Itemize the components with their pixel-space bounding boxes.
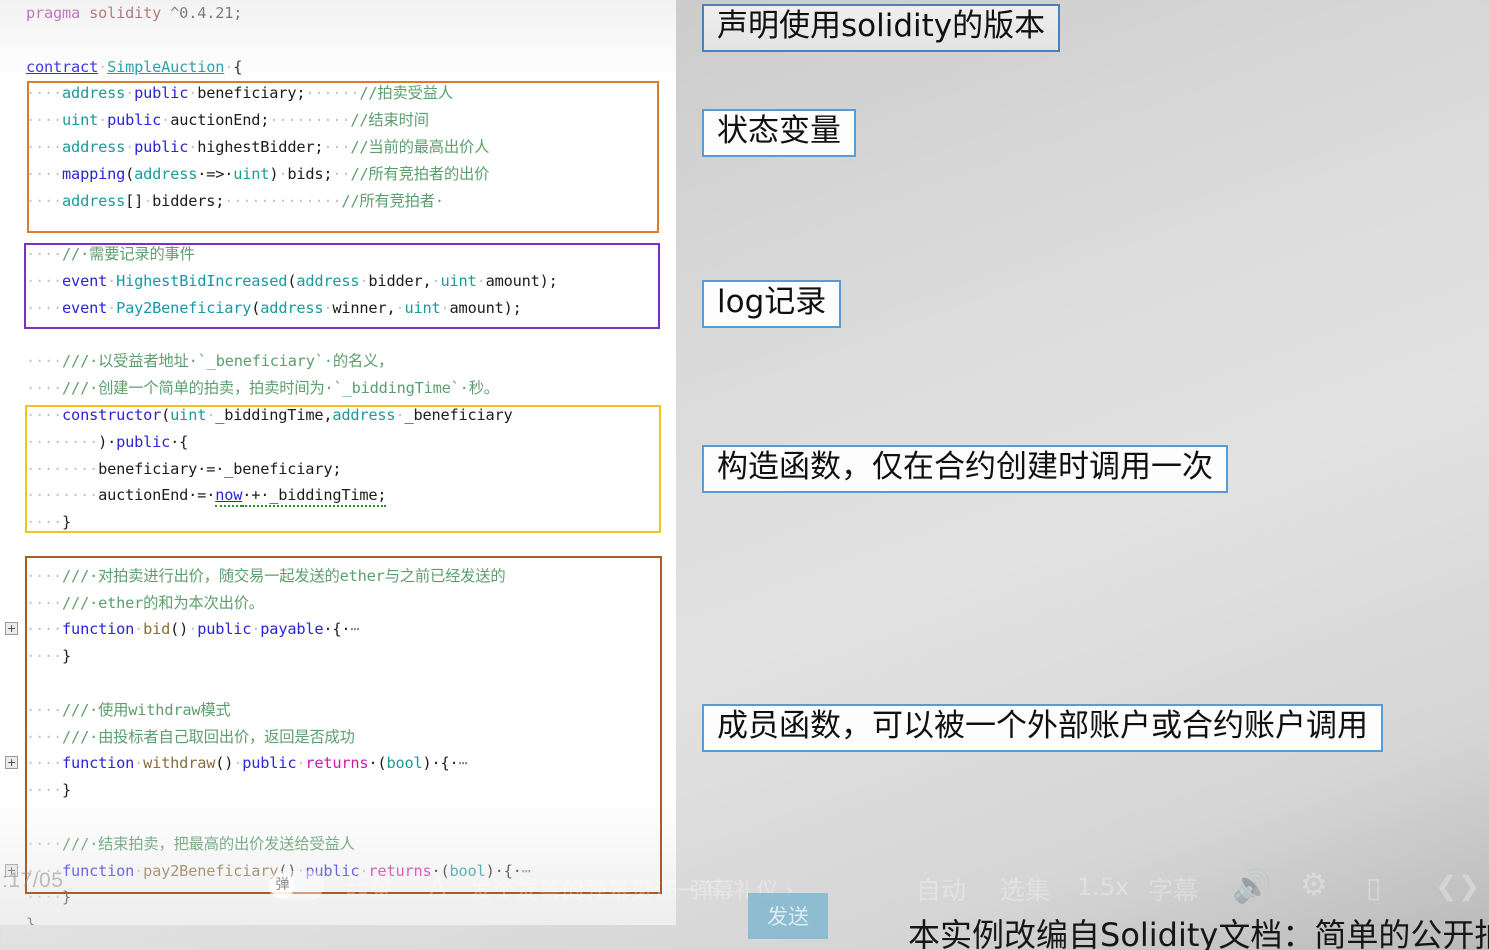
code-line-doc-biddingtime: ····///·创建一个简单的拍卖，拍卖时间为·`_biddingTime`·秒… bbox=[26, 379, 499, 398]
subtitle-button[interactable]: 字幕 bbox=[1148, 871, 1198, 907]
code-line-assign-auctionend: ········auctionEnd·=·now·+·_biddingTime; bbox=[0, 482, 676, 509]
code-line-cm-events: ····//·需要记录的事件 bbox=[26, 245, 195, 264]
code-line-constructor-public: ········)·public·{ bbox=[26, 432, 189, 451]
annotation-constructor: 构造函数，仅在合约创建时调用一次 bbox=[702, 445, 1228, 494]
volume-icon[interactable]: 🔊 bbox=[1232, 867, 1272, 905]
playback-speed-button[interactable]: 1.5x bbox=[1077, 873, 1129, 901]
code-line-constructor-close: ····} bbox=[26, 513, 72, 532]
code-line-var-beneficiary: ····address·public·beneficiary;······//拍… bbox=[26, 84, 453, 103]
code-line-fn-pay-close: ····} bbox=[26, 888, 72, 907]
code-line-doc-bid-2: ····///·ether的和为本次出价。 bbox=[26, 593, 264, 612]
code-line-fn-pay2beneficiary: + ····function·pay2Beneficiary()·public·r… bbox=[5, 861, 531, 880]
code-line-var-highestBidder: ····address·public·highestBidder;···//当前… bbox=[26, 137, 490, 156]
slide-caption: 本实例改编自Solidity文档：简单的公开拍卖 bbox=[908, 916, 1489, 950]
code-line-var-bids: ····mapping(address·=>·uint)·bids;··//所有… bbox=[26, 164, 490, 183]
widescreen-icon[interactable]: ▯ bbox=[1366, 871, 1381, 904]
code-line-event-pay2beneficiary: ····event·Pay2Beneficiary(address·winner… bbox=[26, 298, 522, 317]
fold-toggle-icon[interactable]: + bbox=[5, 756, 18, 770]
code-line-fn-bid: + ····function·bid()·public·payable·{·⋯ bbox=[5, 620, 360, 639]
code-line-doc-bid-1: ····///·对拍卖进行出价，随交易一起发送的ether与之前已经发送的 bbox=[26, 566, 506, 585]
code-line-constructor-sig: ····constructor(uint·_biddingTime,addres… bbox=[26, 405, 513, 424]
code-line-doc-beneficiary: ····///·以受益者地址·`_beneficiary`·的名义， bbox=[26, 352, 394, 371]
code-line-blank3 bbox=[0, 322, 676, 349]
code-line-contract-decl: contract·SimpleAuction·{ bbox=[26, 57, 243, 76]
fold-toggle-icon[interactable]: + bbox=[5, 622, 18, 636]
code-line-blank4 bbox=[0, 536, 676, 563]
code-line-fn-withdraw-close: ····} bbox=[26, 781, 72, 800]
code-line-var-auctionEnd: ····uint·public·auctionEnd;·········//结束… bbox=[26, 111, 429, 130]
send-danmaku-button[interactable]: 发送 bbox=[748, 893, 828, 939]
gear-icon[interactable]: ⚙ bbox=[1300, 867, 1328, 903]
code-line-contract-close: } bbox=[26, 915, 36, 925]
quality-auto-button[interactable]: 自动 bbox=[916, 871, 966, 907]
code-line-blank6 bbox=[0, 804, 676, 831]
annotation-pragma-version: 声明使用solidity的版本 bbox=[702, 4, 1061, 53]
annotation-member-function: 成员函数，可以被一个外部账户或合约账户调用 bbox=[702, 704, 1383, 753]
code-line-blank2 bbox=[0, 214, 676, 241]
code-line-pragma: pragma solidity ^0.4.21; bbox=[26, 4, 243, 22]
code-line-doc-pay2beneficiary: ····///·结束拍卖，把最高的出价发送给受益人 bbox=[26, 834, 355, 853]
code-line-assign-beneficiary: ········beneficiary·=·_beneficiary; bbox=[26, 459, 342, 478]
code-line-blank1 bbox=[0, 27, 676, 54]
annotation-log-records: log记录 bbox=[702, 280, 842, 329]
code-line-doc-withdraw-1: ····///·使用withdraw模式 bbox=[26, 700, 231, 719]
annotation-state-variables: 状态变量 bbox=[702, 109, 856, 158]
code-line-var-bidders: ····address[]·bidders;·············//所有竞… bbox=[26, 191, 444, 210]
episodes-button[interactable]: 选集 bbox=[1000, 871, 1050, 907]
fullscreen-icon[interactable]: ❮❯ bbox=[1435, 871, 1480, 902]
code-lines-container: pragma solidity ^0.4.21; contract·SimpleA… bbox=[0, 0, 676, 925]
code-line-fn-withdraw: + ····function·withdraw()·public·returns·… bbox=[5, 754, 468, 773]
code-line-event-highestbid: ····event·HighestBidIncreased(address·bi… bbox=[26, 271, 558, 290]
code-line-blank5 bbox=[0, 670, 676, 697]
code-editor-panel: pragma solidity ^0.4.21; contract·SimpleA… bbox=[0, 0, 676, 925]
video-timestamp: :17/05 bbox=[2, 869, 64, 892]
code-line-doc-withdraw-2: ····///·由投标者自己取回出价，返回是否成功 bbox=[26, 727, 355, 746]
code-line-fn-bid-close: ····} bbox=[26, 647, 72, 666]
